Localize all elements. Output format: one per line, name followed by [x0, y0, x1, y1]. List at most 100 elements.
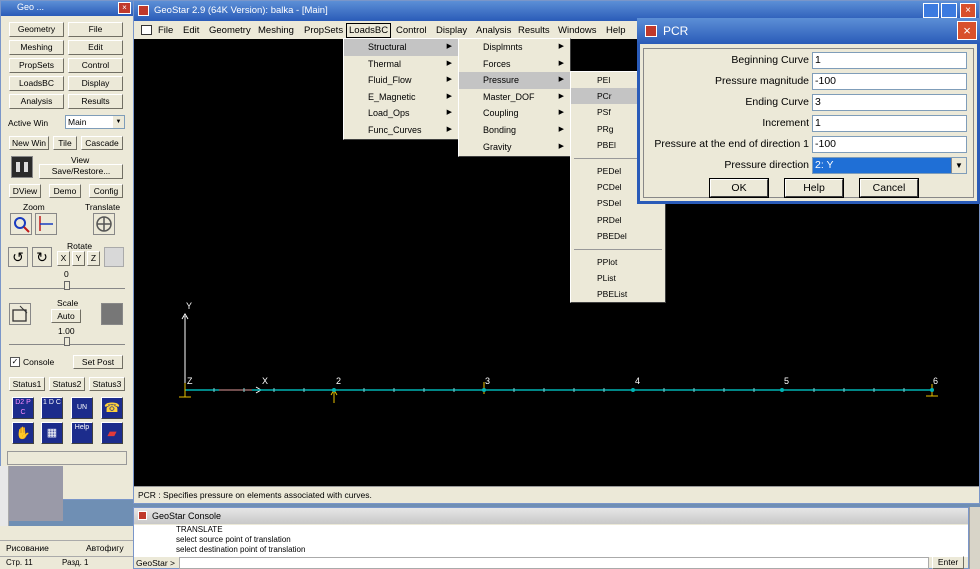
menu-item-load-ops[interactable]: Load_Ops ▶ — [344, 105, 458, 122]
phone-icon[interactable]: ☎ — [101, 397, 123, 419]
status3-button[interactable]: Status3 — [89, 377, 125, 391]
hand-icon[interactable]: ✋ — [12, 422, 34, 444]
fit-icon[interactable] — [9, 303, 31, 325]
translate-icon[interactable] — [93, 213, 115, 235]
menu-item-prdel[interactable]: PRDel — [571, 212, 665, 228]
edit-button[interactable]: Edit — [68, 40, 123, 55]
menu-display[interactable]: Display — [436, 25, 467, 36]
console-input[interactable] — [179, 557, 929, 569]
geometry-button[interactable]: Geometry — [9, 22, 64, 37]
drawing-menu[interactable]: Рисование — [6, 543, 49, 553]
zoom-box-icon[interactable] — [35, 213, 57, 235]
autoshapes-menu[interactable]: Автофигу — [86, 543, 124, 553]
view-lock-icon[interactable] — [11, 156, 33, 178]
console-scrollbar[interactable] — [969, 507, 980, 569]
analysis-button[interactable]: Analysis — [9, 94, 64, 109]
rotate-slider-thumb[interactable] — [64, 281, 70, 290]
display-button[interactable]: Display — [68, 76, 123, 91]
rotate-ccw-icon[interactable]: ↺ — [8, 247, 28, 267]
rotate-cw-icon[interactable]: ↻ — [32, 247, 52, 267]
demo-button[interactable]: Demo — [49, 184, 81, 198]
status1-button[interactable]: Status1 — [9, 377, 45, 391]
control-button[interactable]: Control — [68, 58, 123, 73]
loadsbc-button[interactable]: LoadsBC — [9, 76, 64, 91]
menu-item-gravity[interactable]: Gravity ▶ — [459, 139, 570, 156]
pcr-close-icon[interactable]: × — [957, 21, 977, 40]
menu-item-forces[interactable]: Forces ▶ — [459, 56, 570, 73]
cancel-button[interactable]: Cancel — [859, 178, 919, 198]
console-titlebar[interactable]: GeoStar Console — [134, 508, 968, 524]
zoom-in-icon[interactable] — [10, 213, 32, 235]
menu-item-pbelist[interactable]: PBEList — [571, 286, 665, 302]
console-checkbox[interactable]: ✓ — [10, 357, 20, 367]
cascade-button[interactable]: Cascade — [81, 136, 123, 150]
beginning-curve-input[interactable]: 1 — [812, 52, 967, 69]
plot-2d-icon[interactable]: D2 P C — [12, 397, 34, 419]
pressure-magnitude-input[interactable]: -100 — [812, 73, 967, 90]
chevron-down-icon[interactable]: ▼ — [951, 158, 966, 173]
rotate-y-button[interactable]: Y — [72, 251, 85, 266]
calculator-icon[interactable]: ▦ — [41, 422, 63, 444]
meshing-button[interactable]: Meshing — [9, 40, 64, 55]
file-button[interactable]: File — [68, 22, 123, 37]
rotate-z-button[interactable]: Z — [87, 251, 100, 266]
ending-curve-input[interactable]: 3 — [812, 94, 967, 111]
menu-item-coupling[interactable]: Coupling ▶ — [459, 105, 570, 122]
menu-file[interactable]: File — [158, 25, 173, 36]
help-button[interactable]: Help — [784, 178, 844, 198]
menu-geometry[interactable]: Geometry — [209, 25, 251, 36]
menu-item-e-magnetic[interactable]: E_Magnetic ▶ — [344, 89, 458, 106]
active-win-select[interactable]: Main ▼ — [65, 115, 125, 129]
scale-slider[interactable] — [9, 337, 125, 346]
plot-1d-icon[interactable]: 1 D C — [41, 397, 63, 419]
menu-propsets[interactable]: PropSets — [304, 25, 343, 36]
menu-meshing[interactable]: Meshing — [258, 25, 294, 36]
rotate-x-button[interactable]: X — [57, 251, 70, 266]
propsets-button[interactable]: PropSets — [9, 58, 64, 73]
menu-item-pplot[interactable]: PPlot — [571, 254, 665, 270]
menu-windows[interactable]: Windows — [558, 25, 597, 36]
menu-analysis[interactable]: Analysis — [476, 25, 511, 36]
minimize-icon[interactable] — [923, 3, 939, 18]
results-button[interactable]: Results — [68, 94, 123, 109]
menu-edit[interactable]: Edit — [183, 25, 199, 36]
menu-item-func-curves[interactable]: Func_Curves ▶ — [344, 122, 458, 139]
menu-item-structural[interactable]: Structural ▶ — [344, 39, 458, 56]
menu-item-bonding[interactable]: Bonding ▶ — [459, 122, 570, 139]
menu-item-pbedel[interactable]: PBEDel — [571, 228, 665, 244]
maximize-icon[interactable] — [941, 3, 957, 18]
rotate-slider[interactable] — [9, 281, 125, 290]
scale-auto-button[interactable]: Auto — [51, 309, 81, 323]
config-button[interactable]: Config — [89, 184, 123, 198]
menu-item-master-dof[interactable]: Master_DOF ▶ — [459, 89, 570, 106]
tile-button[interactable]: Tile — [53, 136, 77, 150]
status2-button[interactable]: Status2 — [49, 377, 85, 391]
word-view-buttons[interactable] — [0, 526, 134, 540]
ok-button[interactable]: OK — [709, 178, 769, 198]
book-icon[interactable]: ▰ — [101, 422, 123, 444]
set-post-button[interactable]: Set Post — [73, 355, 123, 369]
help-icon[interactable]: Help — [71, 422, 93, 444]
menu-item-plist[interactable]: PList — [571, 270, 665, 286]
pressure-end-input[interactable]: -100 — [812, 136, 967, 153]
console-enter-button[interactable]: Enter — [932, 556, 964, 569]
dview-button[interactable]: DView — [9, 184, 41, 198]
new-win-button[interactable]: New Win — [9, 136, 49, 150]
increment-input[interactable]: 1 — [812, 115, 967, 132]
grid-icon[interactable] — [101, 303, 123, 325]
pcr-titlebar[interactable]: PCR × — [637, 18, 980, 44]
scale-slider-thumb[interactable] — [64, 337, 70, 346]
menu-results[interactable]: Results — [518, 25, 550, 36]
menu-item-pressure[interactable]: Pressure ▶ — [459, 72, 570, 89]
window-close-icon[interactable]: × — [960, 3, 976, 18]
pressure-direction-select[interactable]: 2: Y ▼ — [812, 157, 967, 174]
menu-item-displmnts[interactable]: Displmnts ▶ — [459, 39, 570, 56]
menu-item-thermal[interactable]: Thermal ▶ — [344, 56, 458, 73]
menu-item-fluid-flow[interactable]: Fluid_Flow ▶ — [344, 72, 458, 89]
menu-control[interactable]: Control — [396, 25, 427, 36]
menu-loadsbc[interactable]: LoadsBC — [346, 23, 392, 38]
left-panel-titlebar[interactable]: Geo ... × — [1, 1, 133, 16]
mdi-icon[interactable] — [141, 25, 152, 35]
menu-help[interactable]: Help — [606, 25, 626, 36]
units-icon[interactable]: UN — [71, 397, 93, 419]
